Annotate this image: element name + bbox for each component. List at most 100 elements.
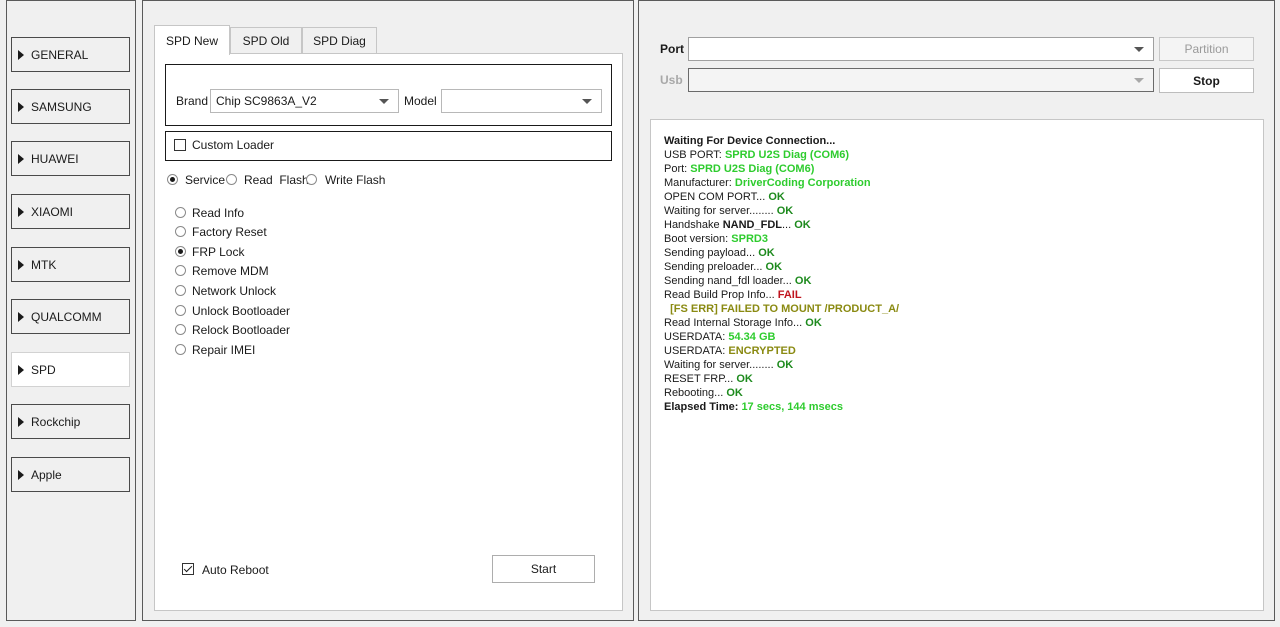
log-line: Waiting for server........ OK	[664, 204, 1250, 218]
mode-service-radio[interactable]	[167, 174, 178, 185]
sidebar-item-xiaomi[interactable]: XIAOMI	[11, 194, 130, 229]
op-unlock-bootloader-radio[interactable]	[175, 305, 186, 316]
sidebar-item-label: MTK	[31, 257, 57, 272]
op-repair-imei-label: Repair IMEI	[192, 343, 256, 357]
sidebar-item-label: SAMSUNG	[31, 99, 92, 114]
log-segment: Manufacturer:	[664, 177, 735, 189]
op-relock-bootloader-radio[interactable]	[175, 324, 186, 335]
log-segment: Boot version:	[664, 233, 732, 245]
log-segment: OK	[805, 317, 822, 329]
log-line: Sending nand_fdl loader... OK	[664, 274, 1250, 288]
log-segment: Waiting for server........	[664, 359, 777, 371]
brand-select[interactable]: Chip SC9863A_V2	[210, 89, 399, 113]
chevron-down-icon	[582, 99, 592, 104]
brand-value: Chip SC9863A_V2	[216, 94, 317, 108]
log-line: Waiting for server........ OK	[664, 358, 1250, 372]
sidebar-item-label: Rockchip	[31, 414, 81, 429]
log-segment: OK	[794, 219, 811, 231]
sidebar-item-qualcomm[interactable]: QUALCOMM	[11, 299, 130, 334]
device-selection-group: Brand Chip SC9863A_V2 Model	[165, 64, 612, 126]
log-segment: OK	[776, 359, 794, 371]
tab-spd-old[interactable]: SPD Old	[230, 27, 302, 54]
caret-right-icon	[18, 206, 24, 217]
caret-right-icon	[18, 364, 24, 375]
log-segment: Handshake	[664, 219, 723, 231]
log-line: USERDATA: 54.34 GB	[664, 330, 1250, 344]
usb-label: Usb	[660, 73, 683, 87]
log-line: OPEN COM PORT... OK	[664, 190, 1250, 204]
tab-content: Brand Chip SC9863A_V2 Model Custom Loade…	[154, 53, 623, 611]
sidebar-item-label: Apple	[31, 467, 62, 482]
log-segment: Read Build Prop Info...	[664, 289, 778, 301]
sidebar-item-general[interactable]: GENERAL	[11, 37, 130, 72]
sidebar-item-label: QUALCOMM	[31, 309, 102, 324]
sidebar: GENERAL SAMSUNG HUAWEI XIAOMI MTK QUALCO…	[6, 0, 136, 621]
sidebar-item-rockchip[interactable]: Rockchip	[11, 404, 130, 439]
op-unlock-bootloader-label: Unlock Bootloader	[192, 304, 291, 318]
log-segment: 17 secs, 144 msecs	[741, 401, 843, 413]
log-line: Manufacturer: DriverCoding Corporation	[664, 176, 1250, 190]
log-segment: [FS ERR] FAILED TO MOUNT /PRODUCT_A/	[664, 303, 900, 315]
op-repair-imei-radio[interactable]	[175, 344, 186, 355]
op-factory-reset-radio[interactable]	[175, 226, 186, 237]
tab-spd-diag[interactable]: SPD Diag	[302, 27, 377, 54]
log-segment: RESET FRP...	[664, 373, 737, 385]
custom-loader-checkbox[interactable]	[174, 139, 186, 151]
op-frp-lock-radio[interactable]	[175, 246, 186, 257]
auto-reboot-label: Auto Reboot	[202, 563, 269, 577]
log-segment: USB PORT:	[664, 149, 725, 161]
chevron-down-icon	[1134, 78, 1144, 83]
sidebar-item-mtk[interactable]: MTK	[11, 247, 130, 282]
mode-service-label: Service	[185, 173, 226, 187]
auto-reboot-checkbox[interactable]	[182, 563, 194, 575]
connection-log-panel: Port Partition Usb Stop Waiting For Devi…	[638, 0, 1275, 621]
start-button[interactable]: Start	[492, 555, 595, 583]
tab-spd-new[interactable]: SPD New	[154, 25, 230, 55]
op-read-info-label: Read Info	[192, 206, 245, 220]
sidebar-item-label: HUAWEI	[31, 151, 79, 166]
log-segment: OK	[776, 205, 794, 217]
log-segment: Waiting for server........	[664, 205, 777, 217]
log-line: USB PORT: SPRD U2S Diag (COM6)	[664, 148, 1250, 162]
port-select[interactable]	[688, 37, 1154, 61]
spd-panel: SPD New SPD Old SPD Diag Brand Chip SC98…	[142, 0, 634, 621]
log-segment: FAIL	[777, 289, 802, 301]
log-segment: USERDATA:	[664, 345, 729, 357]
model-label: Model	[404, 94, 437, 108]
partition-button[interactable]: Partition	[1159, 37, 1254, 61]
mode-read-flash-label: Read Flash	[244, 173, 309, 187]
op-network-unlock-label: Network Unlock	[192, 284, 277, 298]
log-line: Elapsed Time: 17 secs, 144 msecs	[664, 400, 1250, 414]
log-segment: Read Internal Storage Info...	[664, 317, 806, 329]
log-line: USERDATA: ENCRYPTED	[664, 344, 1250, 358]
log-line: Waiting For Device Connection...	[664, 134, 1250, 148]
sidebar-item-spd[interactable]: SPD	[11, 352, 130, 387]
sidebar-item-apple[interactable]: Apple	[11, 457, 130, 492]
caret-right-icon	[18, 259, 24, 270]
op-remove-mdm-radio[interactable]	[175, 265, 186, 276]
mode-write-flash-label: Write Flash	[325, 173, 386, 187]
log-segment: SPRD U2S Diag (COM6)	[724, 149, 850, 161]
op-factory-reset-label: Factory Reset	[192, 225, 267, 239]
usb-select[interactable]	[688, 68, 1154, 92]
op-read-info-radio[interactable]	[175, 207, 186, 218]
stop-button[interactable]: Stop	[1159, 68, 1254, 93]
log-segment: OK	[736, 373, 753, 385]
mode-read-flash-radio[interactable]	[226, 174, 237, 185]
model-select[interactable]	[441, 89, 602, 113]
log-segment: OK	[726, 387, 743, 399]
log-segment: OPEN COM PORT...	[664, 191, 769, 203]
mode-write-flash-radio[interactable]	[306, 174, 317, 185]
log-line: Handshake NAND_FDL... OK	[664, 218, 1250, 232]
log-line: Read Internal Storage Info... OK	[664, 316, 1250, 330]
log-line: Rebooting... OK	[664, 386, 1250, 400]
sidebar-item-huawei[interactable]: HUAWEI	[11, 141, 130, 176]
log-segment: ENCRYPTED	[728, 345, 796, 357]
sidebar-item-samsung[interactable]: SAMSUNG	[11, 89, 130, 124]
op-network-unlock-radio[interactable]	[175, 285, 186, 296]
op-frp-lock-label: FRP Lock	[192, 245, 245, 259]
op-relock-bootloader-label: Relock Bootloader	[192, 323, 291, 337]
brand-label: Brand	[176, 94, 209, 108]
log-segment: Sending preloader...	[664, 261, 766, 273]
chevron-down-icon	[1134, 47, 1144, 52]
